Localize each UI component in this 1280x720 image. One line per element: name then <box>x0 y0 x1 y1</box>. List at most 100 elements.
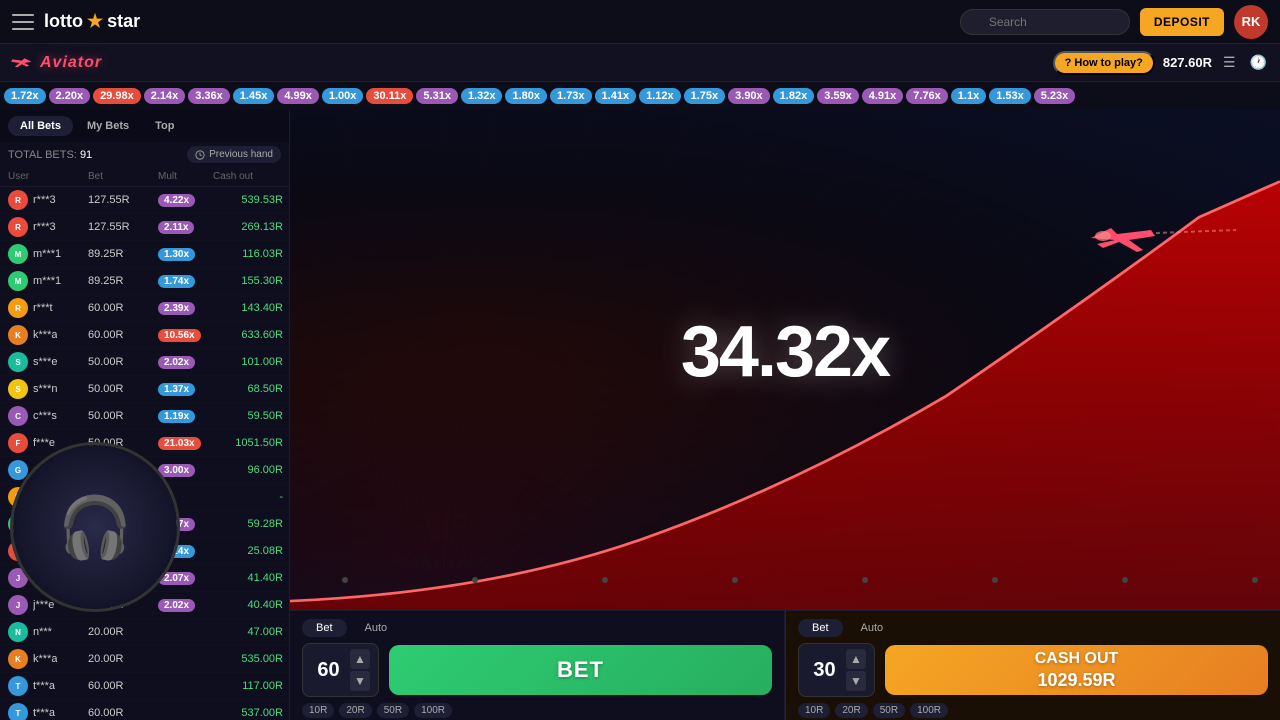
multiplier-badge[interactable]: 3.59x <box>817 88 859 104</box>
bets-header: TOTAL BETS: 91 Previous hand <box>0 142 289 167</box>
tab-all-bets[interactable]: All Bets <box>8 116 73 136</box>
bet-tab-2[interactable]: Bet <box>798 619 843 637</box>
total-bets-label: TOTAL BETS: 91 <box>8 149 92 161</box>
preset-20r-1[interactable]: 20R <box>339 703 371 718</box>
bet-amount-cell: 50.00R <box>88 383 158 395</box>
table-row: Mm***189.25R1.30x116.03R <box>0 241 289 268</box>
multiplier-badge[interactable]: 1.1x <box>951 88 986 104</box>
user-avatar-small: R <box>8 217 28 237</box>
multiplier-badge[interactable]: 2.14x <box>144 88 186 104</box>
multiplier-badge[interactable]: 1.45x <box>233 88 275 104</box>
multiplier-badge[interactable]: 3.90x <box>728 88 770 104</box>
user-avatar[interactable]: RK <box>1234 5 1268 39</box>
multiplier-badge[interactable]: 29.98x <box>93 88 141 104</box>
webcam-feed: 🎧 <box>13 445 177 609</box>
bet-increase-1[interactable]: ▲ <box>350 649 370 669</box>
bet-decrease-2[interactable]: ▼ <box>846 671 866 691</box>
mult-cell: 4.22x <box>158 194 213 206</box>
multiplier-badge[interactable]: 1.80x <box>505 88 547 104</box>
col-bet: Bet <box>88 171 158 182</box>
multiplier-badge[interactable]: 1.32x <box>461 88 503 104</box>
cashout-cell: 59.50R <box>213 410 283 422</box>
bet-value-2: 30 <box>807 659 842 682</box>
multiplier-badge[interactable]: 7.76x <box>906 88 948 104</box>
multiplier-badge[interactable]: 1.41x <box>595 88 637 104</box>
multiplier-badge[interactable]: 1.75x <box>684 88 726 104</box>
username-label: s***n <box>33 383 57 395</box>
bet-controls-2: 30 ▲ ▼ CASH OUT 1029.59R <box>798 643 1268 697</box>
user-avatar-small: M <box>8 244 28 264</box>
bottom-controls: Bet Auto 60 ▲ ▼ BET 10R 20R <box>290 610 1280 720</box>
preset-10r-1[interactable]: 10R <box>302 703 334 718</box>
balance-display: 827.60R <box>1163 55 1212 70</box>
table-row: Nn***20.00R47.00R <box>0 619 289 646</box>
multiplier-badge[interactable]: 3.36x <box>188 88 230 104</box>
bet-tab-1[interactable]: Bet <box>302 619 347 637</box>
multiplier-badge[interactable]: 2.20x <box>49 88 91 104</box>
bet-amount-cell: 20.00R <box>88 653 158 665</box>
cashout-cell: 269.13R <box>213 221 283 233</box>
tab-top[interactable]: Top <box>143 116 186 136</box>
user-cell: Kk***a <box>8 325 88 345</box>
cashout-button[interactable]: CASH OUT 1029.59R <box>885 645 1268 695</box>
auto-tab-1[interactable]: Auto <box>351 619 402 637</box>
prev-hand-button[interactable]: Previous hand <box>187 146 281 163</box>
username-label: s***e <box>33 356 57 368</box>
multiplier-badge[interactable]: 1.73x <box>550 88 592 104</box>
multiplier-badge[interactable]: 5.23x <box>1034 88 1076 104</box>
clock-icon[interactable]: 🕐 <box>1247 51 1270 74</box>
bet-panel-1: Bet Auto 60 ▲ ▼ BET 10R 20R <box>290 611 785 720</box>
username-label: j***e <box>33 599 54 611</box>
bet-button-1[interactable]: BET <box>389 645 772 695</box>
bet-decrease-1[interactable]: ▼ <box>350 671 370 691</box>
multiplier-badge[interactable]: 1.82x <box>773 88 815 104</box>
multiplier-badge[interactable]: 5.31x <box>416 88 458 104</box>
deposit-button[interactable]: DEPOSIT <box>1140 8 1224 36</box>
multiplier-badge[interactable]: 30.11x <box>366 88 413 104</box>
how-to-play-button[interactable]: ? How to play? <box>1053 51 1155 75</box>
multiplier-badge[interactable]: 1.72x <box>4 88 46 104</box>
tab-my-bets[interactable]: My Bets <box>75 116 141 136</box>
multiplier-badge[interactable]: 1.12x <box>639 88 681 104</box>
plane-icon <box>1081 220 1161 269</box>
preset-50r-1[interactable]: 50R <box>377 703 409 718</box>
multiplier-badge[interactable]: 4.99x <box>277 88 319 104</box>
bet-amount-cell: 89.25R <box>88 275 158 287</box>
multiplier-badge[interactable]: 1.53x <box>989 88 1031 104</box>
header: lotto★star DEPOSIT RK <box>0 0 1280 44</box>
bets-tabs: All Bets My Bets Top <box>0 110 289 142</box>
username-label: t***a <box>33 680 55 692</box>
username-label: m***1 <box>33 275 61 287</box>
table-row: Ss***n50.00R1.37x68.50R <box>0 376 289 403</box>
bet-panel-2-tabs: Bet Auto <box>798 619 1268 637</box>
user-cell: Kk***a <box>8 649 88 669</box>
settings-icon[interactable]: ☰ <box>1220 51 1239 74</box>
username-label: t***a <box>33 707 55 719</box>
preset-10r-2[interactable]: 10R <box>798 703 830 718</box>
bet-amount-2: 30 ▲ ▼ <box>798 643 875 697</box>
user-avatar-small: K <box>8 649 28 669</box>
table-row: Tt***a60.00R537.00R <box>0 700 289 720</box>
cashout-cell: 41.40R <box>213 572 283 584</box>
preset-100r-2[interactable]: 100R <box>910 703 948 718</box>
auto-tab-2[interactable]: Auto <box>847 619 898 637</box>
cashout-label: CASH OUT <box>1035 650 1119 668</box>
bet-increase-2[interactable]: ▲ <box>846 649 866 669</box>
multiplier-badge[interactable]: 4.91x <box>862 88 904 104</box>
webcam-overlay: 🎧 <box>10 442 180 612</box>
multiplier-bar: 1.72x2.20x29.98x2.14x3.36x1.45x4.99x1.00… <box>0 82 1280 110</box>
user-avatar-small: S <box>8 379 28 399</box>
bet-amount-1: 60 ▲ ▼ <box>302 643 379 697</box>
search-input[interactable] <box>960 9 1130 35</box>
preset-50r-2[interactable]: 50R <box>873 703 905 718</box>
mult-cell: 1.74x <box>158 275 213 287</box>
username-label: n*** <box>33 626 52 638</box>
cashout-cell: 539.53R <box>213 194 283 206</box>
preset-20r-2[interactable]: 20R <box>835 703 867 718</box>
user-cell: Rr***3 <box>8 217 88 237</box>
preset-100r-1[interactable]: 100R <box>414 703 452 718</box>
multiplier-badge[interactable]: 1.00x <box>322 88 364 104</box>
menu-icon[interactable] <box>12 14 34 30</box>
user-avatar-small: M <box>8 271 28 291</box>
mult-cell: 2.02x <box>158 599 213 611</box>
